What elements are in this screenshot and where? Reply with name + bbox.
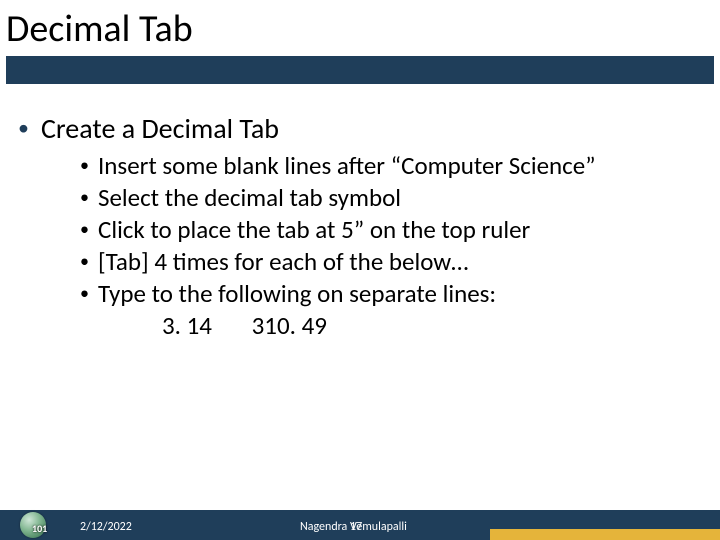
- bullet-icon: •: [80, 278, 98, 308]
- list-text: Select the decimal tab symbol: [98, 182, 401, 214]
- footer-page-number: 17: [350, 520, 362, 534]
- list-item: • Type to the following on separate line…: [80, 278, 702, 310]
- list-text: Type to the following on separate lines:: [98, 278, 496, 310]
- bullet-icon: •: [80, 150, 98, 180]
- footer-logo: 101: [20, 510, 50, 538]
- title-area: Decimal Tab: [0, 0, 720, 84]
- bullet-icon: •: [80, 246, 98, 276]
- title-separator-bar: [6, 56, 714, 84]
- footer-accent-bar: [490, 529, 720, 540]
- list-item: • Select the decimal tab symbol: [80, 182, 702, 214]
- list-item: • Click to place the tab at 5” on the to…: [80, 214, 702, 246]
- bullet-icon: •: [80, 182, 98, 212]
- number-b: 310. 49: [252, 310, 327, 342]
- bullet-level2-group: • Insert some blank lines after “Compute…: [80, 150, 702, 342]
- bullet-icon: •: [18, 112, 29, 144]
- list-text: Insert some blank lines after “Computer …: [98, 150, 596, 182]
- bullet-level1: • Create a Decimal Tab: [18, 112, 702, 146]
- slide: Decimal Tab • Create a Decimal Tab • Ins…: [0, 0, 720, 540]
- bullet-icon: •: [80, 214, 98, 244]
- list-item: • [Tab] 4 times for each of the below…: [80, 246, 702, 278]
- number-a: 3. 14: [162, 310, 212, 342]
- content-area: • Create a Decimal Tab • Insert some bla…: [0, 84, 720, 342]
- slide-title: Decimal Tab: [6, 6, 714, 56]
- list-text: [Tab] 4 times for each of the below…: [98, 246, 468, 278]
- footer: 101 2/12/2022 Nagendra Vemulapalli 17: [0, 506, 720, 540]
- list-item: • Insert some blank lines after “Compute…: [80, 150, 702, 182]
- list-text: Click to place the tab at 5” on the top …: [98, 214, 530, 246]
- example-numbers: 3. 14 310. 49: [162, 310, 702, 342]
- heading-text: Create a Decimal Tab: [41, 112, 279, 146]
- footer-date: 2/12/2022: [80, 520, 132, 534]
- logo-text: 101: [32, 522, 47, 535]
